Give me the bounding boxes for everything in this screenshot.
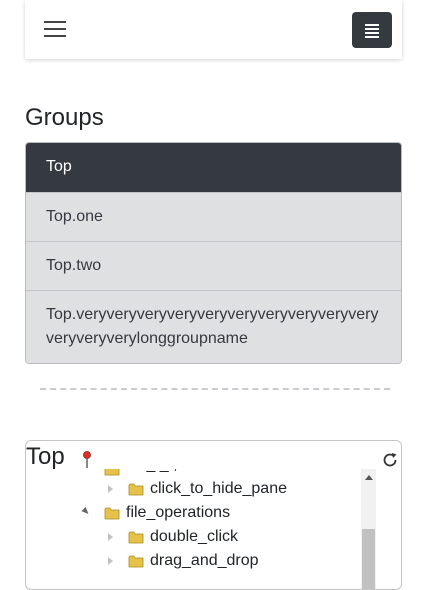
list-menu-button[interactable] [352, 12, 392, 48]
pin-icon[interactable] [82, 451, 92, 469]
tree-node-label[interactable]: drag_and_drop [150, 549, 259, 573]
scroll-thumb[interactable] [362, 529, 375, 589]
tree-viewport: — _ _ , click_to_hide_pane file_operatio… [26, 469, 362, 589]
refresh-icon[interactable] [381, 451, 399, 469]
folder-icon [128, 483, 144, 496]
groups-heading: Groups [25, 104, 104, 131]
group-item-top-one[interactable]: Top.one [26, 192, 401, 241]
group-item-top-long[interactable]: Top.veryveryveryveryveryveryveryveryvery… [26, 290, 401, 363]
scroll-up-arrow-icon[interactable] [365, 475, 373, 480]
expand-icon[interactable] [108, 485, 113, 493]
tree-title: Top [26, 443, 65, 470]
navbar [25, 0, 402, 59]
expand-icon[interactable] [108, 557, 113, 565]
menu-icon[interactable] [44, 18, 66, 40]
folder-icon [104, 469, 120, 476]
group-item-top[interactable]: Top [26, 143, 401, 192]
group-item-top-two[interactable]: Top.two [26, 241, 401, 290]
dashed-divider [40, 388, 390, 390]
folder-icon [128, 531, 144, 544]
groups-list: Top Top.one Top.two Top.veryveryveryvery… [25, 142, 402, 364]
collapse-icon[interactable] [81, 506, 91, 517]
tree-panel: Top — _ _ , click_to_hide_pane [25, 440, 402, 590]
expand-icon[interactable] [108, 533, 113, 541]
tree-node-label[interactable]: click_to_hide_pane [150, 477, 287, 501]
tree-scrollbar[interactable] [361, 469, 376, 589]
folder-icon [128, 555, 144, 568]
folder-icon [104, 507, 120, 520]
tree-node-label[interactable]: double_click [150, 525, 238, 549]
tree-node-label[interactable]: file_operations [126, 501, 230, 525]
